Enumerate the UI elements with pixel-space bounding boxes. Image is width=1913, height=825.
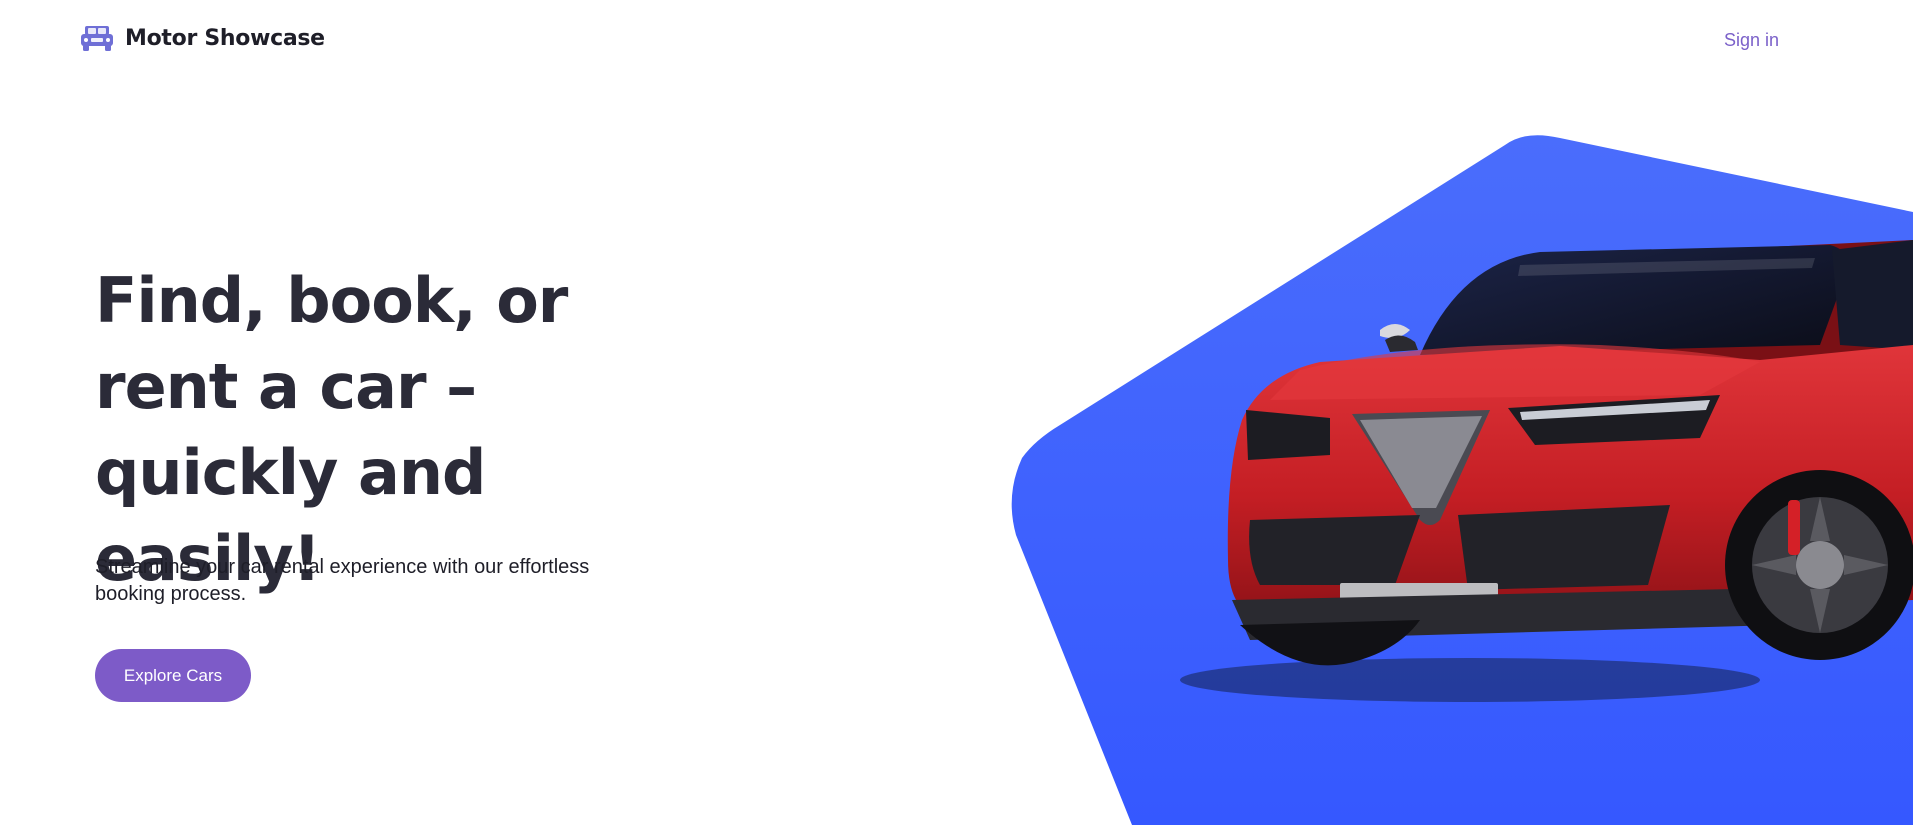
brand-logo[interactable]: Motor Showcase <box>80 24 325 52</box>
explore-cars-button[interactable]: Explore Cars <box>95 649 251 702</box>
jeep-car-icon <box>81 26 113 51</box>
hero-title: Find, book, or rent a car – quickly and … <box>95 264 568 595</box>
sign-in-link[interactable]: Sign in <box>1724 30 1779 51</box>
hero-subtitle: Streamline your car rental experience wi… <box>95 556 590 605</box>
top-nav: Motor Showcase Sign in <box>0 0 1913 80</box>
car-image <box>1180 240 1913 702</box>
brand-name: Motor Showcase <box>125 25 325 51</box>
hero-background-shape <box>1011 135 1913 825</box>
